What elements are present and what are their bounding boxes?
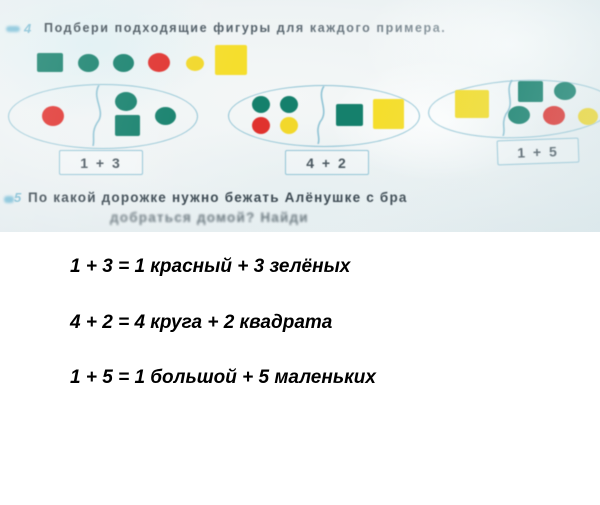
textbook-photo: 4 Подбери подходящие фигуры для каждого … (0, 0, 600, 232)
answer-line-1: 1 + 3 = 1 красный + 3 зелёных (70, 256, 351, 277)
answer-line-2: 4 + 2 = 4 круга + 2 квадрата (70, 312, 333, 333)
photo-glare-overlay (0, 0, 600, 232)
answer-panel: 1 + 3 = 1 красный + 3 зелёных 4 + 2 = 4 … (0, 232, 600, 505)
answer-line-3: 1 + 5 = 1 большой + 5 маленьких (70, 367, 376, 388)
